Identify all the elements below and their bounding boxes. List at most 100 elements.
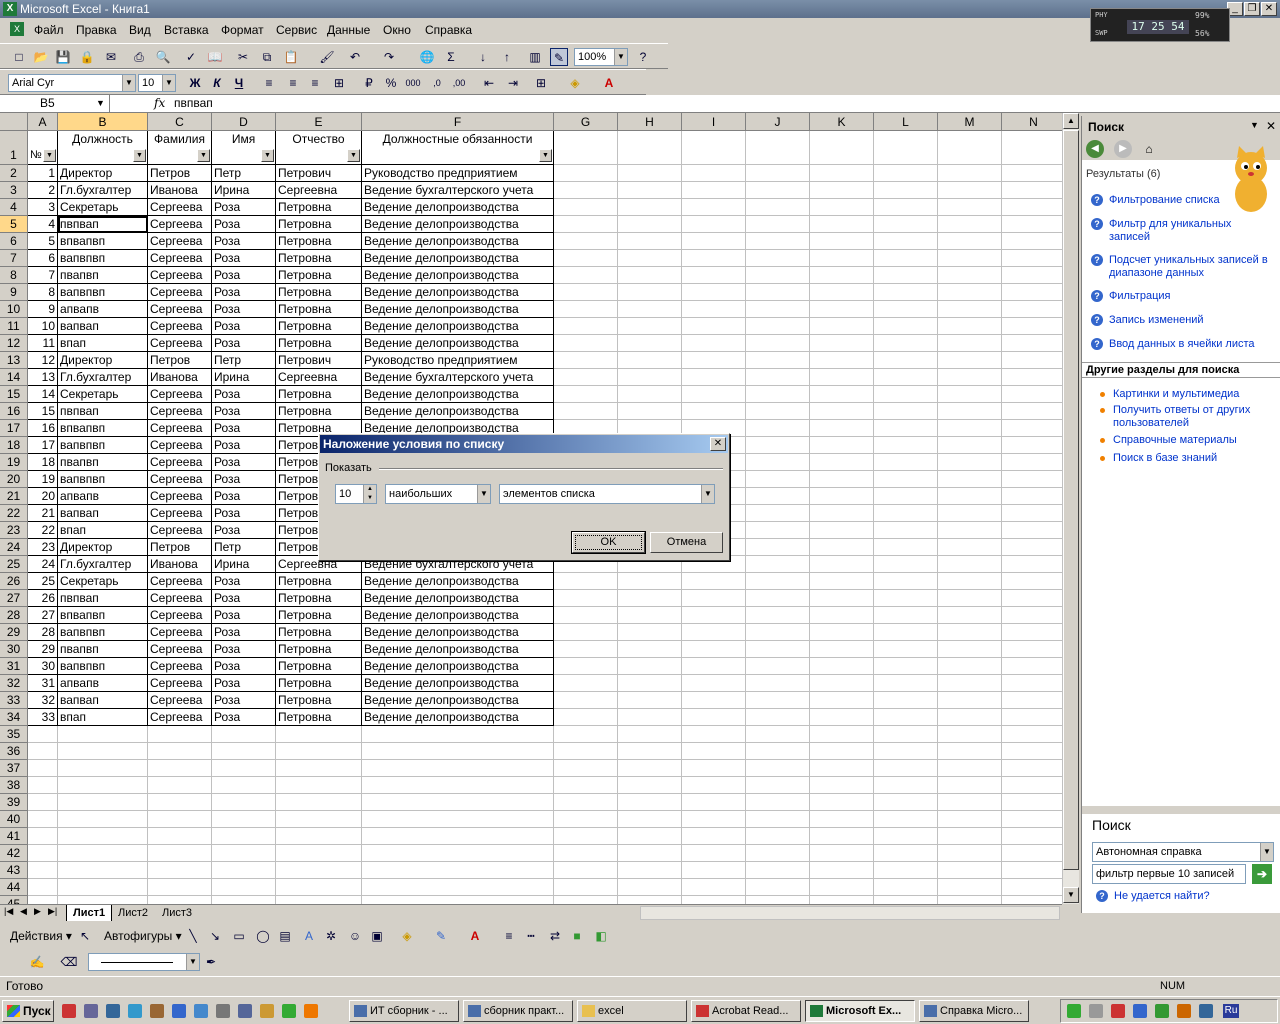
shadow-icon[interactable]: ■ [568,927,586,945]
cell-name[interactable]: Роза [212,301,276,318]
cell-num[interactable]: 20 [28,488,58,505]
column-header-k[interactable]: K [810,113,874,131]
increase-decimal-icon[interactable]: ,0 [428,74,446,92]
other-section-link[interactable]: Справочные материалы [1113,434,1275,447]
mode-select[interactable]: наибольших ▼ [385,484,491,504]
cell-surname[interactable]: Сергеева [148,590,212,607]
cell-surname[interactable]: Сергеева [148,471,212,488]
line-style-icon[interactable]: ≡ [500,927,518,945]
chevron-down-icon[interactable]: ▼ [1250,120,1259,130]
home-icon[interactable]: ⌂ [1140,140,1158,158]
cell-patronymic[interactable]: Петровна [276,590,362,607]
explorer-icon[interactable] [150,1004,164,1018]
column-header-a[interactable]: A [28,113,58,131]
cell-num[interactable]: 8 [28,284,58,301]
insert-function-icon[interactable]: fx [154,96,165,110]
cell-surname[interactable]: Петров [148,165,212,182]
cell-name[interactable]: Петр [212,352,276,369]
cell-name[interactable]: Роза [212,437,276,454]
cancel-button[interactable]: Отмена [650,532,723,553]
cell-surname[interactable]: Сергеева [148,284,212,301]
cell-patronymic[interactable]: Петровна [276,386,362,403]
cell-patronymic[interactable]: Петрович [276,352,362,369]
cell-patronymic[interactable]: Петровна [276,335,362,352]
menu-window[interactable]: Окно [383,23,411,37]
cell-num[interactable]: 6 [28,250,58,267]
search-query-input[interactable]: фильтр первые 10 записей [1092,864,1246,884]
cell-position[interactable]: пвапвп [58,454,148,471]
help-icon[interactable]: ? [634,48,652,66]
cell-duties[interactable]: Ведение делопроизводства [362,607,554,624]
cell-num[interactable]: 33 [28,709,58,726]
forward-icon[interactable]: ▶ [1114,140,1132,158]
row-header-17[interactable]: 17 [0,420,28,437]
row-header-41[interactable]: 41 [0,828,28,845]
textbox-icon[interactable]: ▤ [276,927,294,945]
search-scope-combo[interactable]: Автономная справка ▼ [1092,842,1274,862]
firefox-icon[interactable] [304,1004,318,1018]
search-result-link[interactable]: Запись изменений [1109,314,1274,327]
row-header-5[interactable]: 5 [0,216,28,233]
search-result-link[interactable]: Фильтрование списка [1109,194,1274,207]
row-header-19[interactable]: 19 [0,454,28,471]
arrow-icon[interactable]: ↘ [206,927,224,945]
autoshapes-menu[interactable]: Автофигуры ▾ [104,929,182,943]
cell-patronymic[interactable]: Петровна [276,267,362,284]
back-icon[interactable]: ◀ [1086,140,1104,158]
cell-position[interactable]: вапвпвп [58,658,148,675]
cell-duties[interactable]: Ведение делопроизводства [362,675,554,692]
merge-center-icon[interactable]: ⊞ [330,74,348,92]
copy-icon[interactable]: ⧉ [258,48,276,66]
window-icon[interactable] [238,1004,252,1018]
oval-icon[interactable]: ◯ [254,927,272,945]
media-icon[interactable] [172,1004,186,1018]
cell-name[interactable]: Роза [212,420,276,437]
cell-patronymic[interactable]: Петровна [276,250,362,267]
italic-button[interactable]: К [208,74,226,92]
cell-num[interactable]: 12 [28,352,58,369]
cell-name[interactable]: Роза [212,403,276,420]
search-result-link[interactable]: Ввод данных в ячейки листа [1109,338,1274,351]
cell-num[interactable]: 18 [28,454,58,471]
cell-duties[interactable]: Ведение делопроизводства [362,590,554,607]
permission-icon[interactable]: 🔒 [78,48,96,66]
cell-num[interactable]: 30 [28,658,58,675]
menu-edit[interactable]: Правка [76,23,117,37]
dialog-close-icon[interactable]: ✕ [710,437,726,451]
cell-surname[interactable]: Сергеева [148,437,212,454]
cell-num[interactable]: 29 [28,641,58,658]
cell-num[interactable]: 24 [28,556,58,573]
menu-tools[interactable]: Сервис [276,23,317,37]
filter-dropdown-c[interactable]: ▼ [197,149,210,162]
cell-duties[interactable]: Ведение делопроизводства [362,658,554,675]
cell-position[interactable]: впап [58,335,148,352]
cell-position[interactable]: вапвпвп [58,284,148,301]
cell-duties[interactable]: Ведение бухгалтерского учета [362,182,554,199]
cell-duties[interactable]: Ведение делопроизводства [362,233,554,250]
cell-name[interactable]: Роза [212,318,276,335]
row-header-36[interactable]: 36 [0,743,28,760]
row-header-31[interactable]: 31 [0,658,28,675]
cell-name[interactable]: Роза [212,658,276,675]
sync-icon[interactable] [1177,1004,1191,1018]
underline-button[interactable]: Ч [230,74,248,92]
font-size-combo[interactable]: 10 ▼ [138,74,176,92]
cell-name[interactable]: Роза [212,573,276,590]
cell-duties[interactable]: Руководство предприятием [362,165,554,182]
cell-num[interactable]: 23 [28,539,58,556]
cell-surname[interactable]: Сергеева [148,403,212,420]
office-icon[interactable] [62,1004,76,1018]
cell-patronymic[interactable]: Петрович [276,165,362,182]
cell-position[interactable]: пвпвап [58,216,148,233]
cell-duties[interactable]: Ведение делопроизводства [362,641,554,658]
cell-name[interactable]: Роза [212,641,276,658]
cell-duties[interactable]: Ведение делопроизводства [362,267,554,284]
cell-surname[interactable]: Иванова [148,556,212,573]
cell-position[interactable]: Гл.бухгалтер [58,369,148,386]
cell-duties[interactable]: Ведение делопроизводства [362,301,554,318]
font-name-combo[interactable]: Arial Cyr ▼ [8,74,136,92]
row-header-1[interactable]: 1 [0,131,28,165]
cell-position[interactable]: Секретарь [58,573,148,590]
percent-icon[interactable]: % [382,74,400,92]
cell-surname[interactable]: Сергеева [148,641,212,658]
